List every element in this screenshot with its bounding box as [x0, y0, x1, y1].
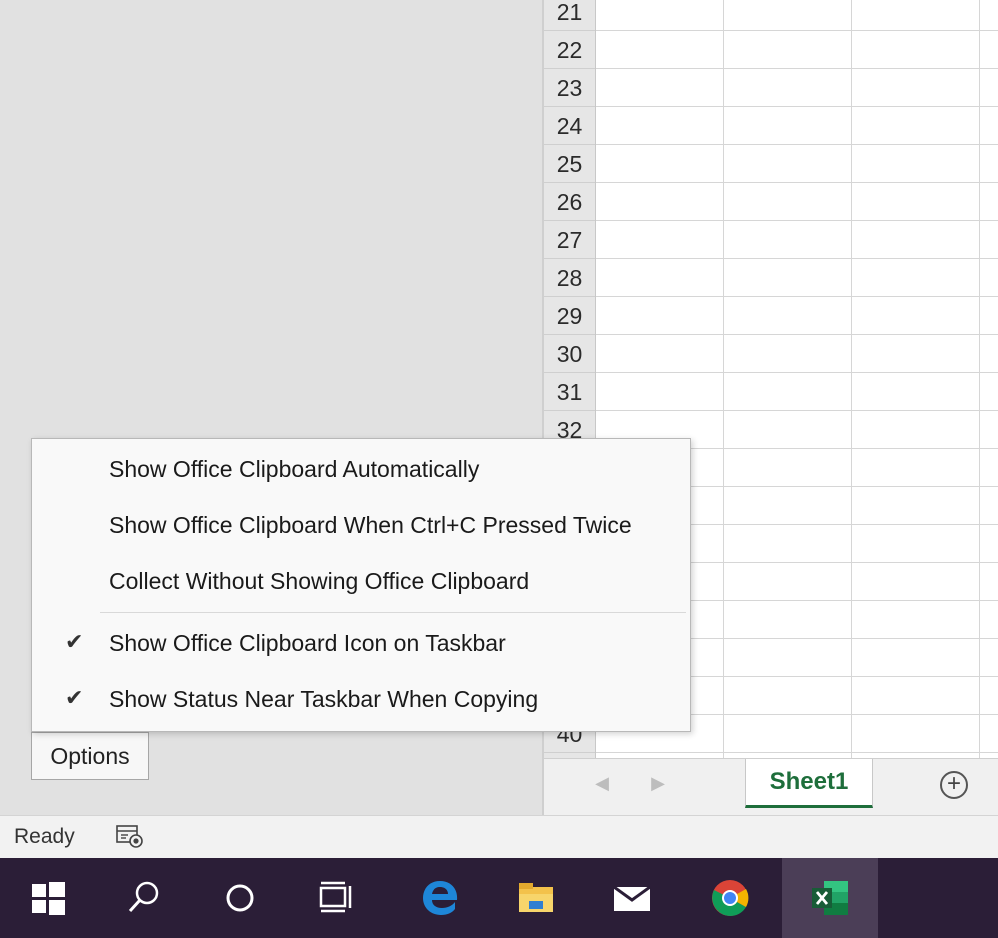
- row-gridline: [596, 220, 998, 221]
- row-header[interactable]: 30: [544, 335, 595, 373]
- clipboard-options-menu: Show Office Clipboard Automatically Show…: [31, 438, 691, 732]
- chrome-button[interactable]: [682, 858, 778, 938]
- mail-icon: [613, 885, 651, 911]
- menu-item-label: Show Office Clipboard Icon on Taskbar: [109, 630, 506, 656]
- row-gridline: [596, 68, 998, 69]
- task-view-button[interactable]: [288, 858, 384, 938]
- excel-button[interactable]: [782, 858, 878, 938]
- file-explorer-button[interactable]: [488, 858, 584, 938]
- macro-recording-icon[interactable]: [116, 825, 144, 849]
- chrome-icon: [712, 880, 749, 916]
- row-header[interactable]: 23: [544, 69, 595, 107]
- cortana-icon: [226, 884, 254, 912]
- row-gridline: [596, 410, 998, 411]
- start-button[interactable]: [0, 858, 96, 938]
- menu-item-label: Show Office Clipboard Automatically: [109, 456, 480, 482]
- windows-start-icon: [32, 882, 65, 915]
- row-header[interactable]: 31: [544, 373, 595, 411]
- menu-item-show-icon-on-taskbar[interactable]: ✔ Show Office Clipboard Icon on Taskbar: [32, 617, 690, 671]
- row-gridline: [596, 30, 998, 31]
- menu-item-collect-without-showing[interactable]: Collect Without Showing Office Clipboard: [32, 555, 690, 609]
- row-header[interactable]: 21: [544, 0, 595, 31]
- scroll-tabs-left-icon[interactable]: ◀: [592, 773, 612, 794]
- scroll-tabs-right-icon[interactable]: ▶: [648, 773, 668, 794]
- add-sheet-icon[interactable]: +: [940, 771, 968, 799]
- mail-button[interactable]: [584, 858, 680, 938]
- windows-taskbar: [0, 858, 998, 938]
- file-explorer-icon: [519, 883, 553, 912]
- edge-icon: [423, 881, 458, 915]
- column-gridline: [723, 0, 724, 758]
- sheet-tab-active[interactable]: Sheet1: [745, 759, 873, 808]
- row-header[interactable]: 27: [544, 221, 595, 259]
- task-view-icon: [319, 881, 352, 913]
- row-gridline: [596, 106, 998, 107]
- checkmark-icon: ✔: [65, 629, 84, 654]
- checkmark-icon: ✔: [65, 685, 84, 710]
- row-gridline: [596, 752, 998, 753]
- menu-item-show-automatically[interactable]: Show Office Clipboard Automatically: [32, 443, 690, 497]
- row-header[interactable]: 26: [544, 183, 595, 221]
- search-button[interactable]: [96, 858, 192, 938]
- edge-button[interactable]: [392, 858, 488, 938]
- menu-separator: [100, 612, 686, 613]
- row-header[interactable]: 29: [544, 297, 595, 335]
- sheet-tab-bar: ◀ ▶ Sheet1 +: [544, 758, 998, 816]
- excel-icon: [812, 881, 848, 915]
- row-header[interactable]: 28: [544, 259, 595, 297]
- row-header[interactable]: 25: [544, 145, 595, 183]
- row-header[interactable]: 22: [544, 31, 595, 69]
- row-gridline: [596, 182, 998, 183]
- menu-item-label: Collect Without Showing Office Clipboard: [109, 568, 530, 594]
- row-gridline: [596, 258, 998, 259]
- row-header[interactable]: 24: [544, 107, 595, 145]
- column-gridline: [851, 0, 852, 758]
- row-gridline: [596, 334, 998, 335]
- row-gridline: [596, 144, 998, 145]
- options-button[interactable]: Options: [31, 732, 149, 780]
- menu-item-label: Show Status Near Taskbar When Copying: [109, 686, 539, 712]
- menu-item-label: Show Office Clipboard When Ctrl+C Presse…: [109, 512, 632, 538]
- menu-item-show-status-near-taskbar[interactable]: ✔ Show Status Near Taskbar When Copying: [32, 673, 690, 727]
- row-gridline: [596, 372, 998, 373]
- column-gridline: [979, 0, 980, 758]
- row-gridline: [596, 296, 998, 297]
- status-bar: Ready: [0, 815, 998, 859]
- search-icon: [128, 881, 159, 913]
- cortana-button[interactable]: [192, 858, 288, 938]
- status-text: Ready: [14, 825, 75, 848]
- menu-item-show-ctrl-c-twice[interactable]: Show Office Clipboard When Ctrl+C Presse…: [32, 499, 690, 553]
